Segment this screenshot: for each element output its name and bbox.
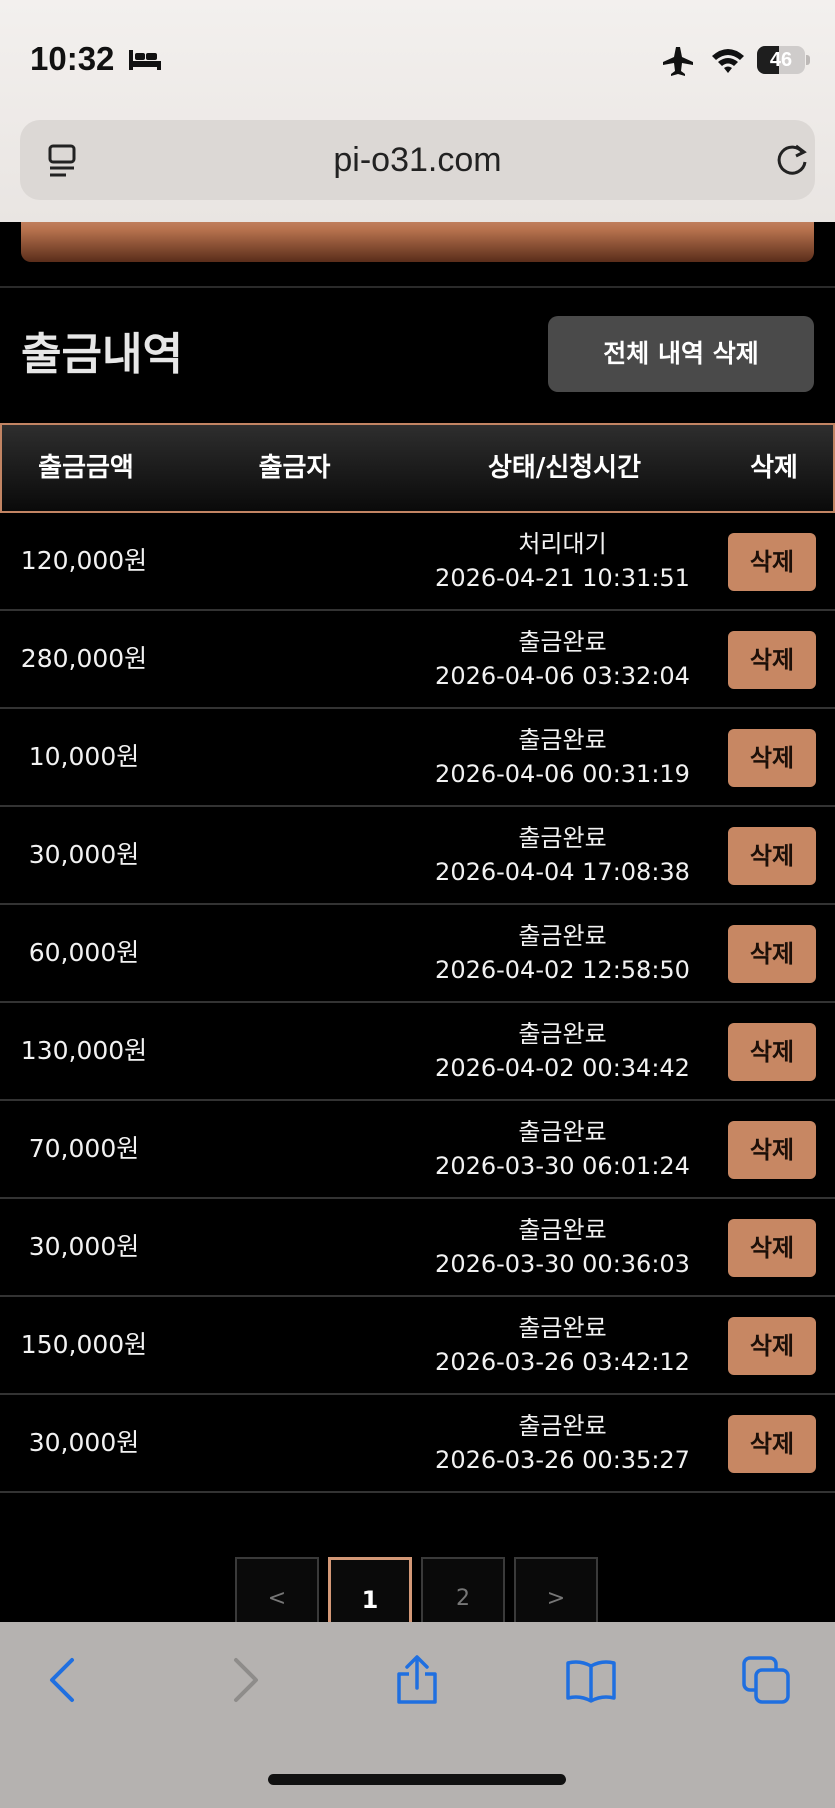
depositor-cell (210, 1297, 360, 1393)
row-delete-button[interactable]: 삭제 (728, 1023, 816, 1081)
withdrawal-list: 120,000원 처리대기 2026-04-21 10:31:51 삭제 280… (0, 513, 835, 1493)
header-status-time: 상태/신청시간 (487, 453, 642, 483)
amount-cell: 120,000원 (20, 546, 148, 575)
address-bar[interactable]: pi-o31.com (20, 120, 815, 200)
request-time: 2026-03-26 00:35:27 (435, 1446, 690, 1474)
header-depositor: 출금자 (258, 453, 331, 483)
header-delete: 삭제 (750, 453, 798, 483)
request-time: 2026-03-30 00:36:03 (435, 1250, 690, 1278)
wifi-icon (712, 49, 744, 73)
status-time-cell: 출금완료 2026-03-30 00:36:03 (400, 1213, 725, 1281)
table-row: 280,000원 출금완료 2026-04-06 03:32:04 삭제 (0, 611, 835, 709)
request-time: 2026-04-02 12:58:50 (435, 956, 690, 984)
status-text: 출금완료 (518, 824, 607, 852)
status-text: 출금완료 (518, 1314, 607, 1342)
request-time: 2026-04-02 00:34:42 (435, 1054, 690, 1082)
request-time: 2026-04-21 10:31:51 (435, 564, 690, 592)
status-time-cell: 출금완료 2026-04-02 12:58:50 (400, 919, 725, 987)
row-delete-button[interactable]: 삭제 (728, 925, 816, 983)
table-row: 70,000원 출금완료 2026-03-30 06:01:24 삭제 (0, 1101, 835, 1199)
row-delete-button[interactable]: 삭제 (728, 1415, 816, 1473)
row-delete-button[interactable]: 삭제 (728, 827, 816, 885)
section-divider (0, 286, 835, 288)
url-text[interactable]: pi-o31.com (20, 120, 815, 200)
back-icon[interactable] (38, 1654, 90, 1706)
amount-cell: 30,000원 (28, 1428, 140, 1457)
amount-cell: 280,000원 (20, 644, 148, 673)
share-icon[interactable] (391, 1654, 443, 1706)
status-time-cell: 출금완료 2026-03-30 06:01:24 (400, 1115, 725, 1183)
amount-cell: 10,000원 (28, 742, 140, 771)
header-amount: 출금금액 (38, 453, 134, 483)
request-time: 2026-04-06 00:31:19 (435, 760, 690, 788)
depositor-cell (210, 1101, 360, 1197)
tabs-icon[interactable] (740, 1654, 792, 1706)
status-text: 출금완료 (518, 1216, 607, 1244)
table-row: 30,000원 출금완료 2026-03-30 00:36:03 삭제 (0, 1199, 835, 1297)
battery-tip (806, 55, 810, 65)
status-time-cell: 출금완료 2026-04-06 00:31:19 (400, 723, 725, 791)
table-row: 30,000원 출금완료 2026-04-04 17:08:38 삭제 (0, 807, 835, 905)
status-time-cell: 출금완료 2026-04-06 03:32:04 (400, 625, 725, 693)
bookmarks-icon[interactable] (565, 1654, 617, 1706)
forward-icon[interactable] (218, 1654, 270, 1706)
status-text: 출금완료 (518, 1118, 607, 1146)
status-time: 10:32 (30, 40, 115, 77)
row-delete-button[interactable]: 삭제 (728, 533, 816, 591)
request-time: 2026-03-26 03:42:12 (435, 1348, 690, 1376)
amount-cell: 130,000원 (20, 1036, 148, 1065)
amount-cell: 150,000원 (20, 1330, 148, 1359)
row-delete-button[interactable]: 삭제 (728, 729, 816, 787)
table-row: 10,000원 출금완료 2026-04-06 00:31:19 삭제 (0, 709, 835, 807)
table-row: 120,000원 처리대기 2026-04-21 10:31:51 삭제 (0, 513, 835, 611)
request-time: 2026-04-04 17:08:38 (435, 858, 690, 886)
status-text: 출금완료 (518, 1412, 607, 1440)
status-time-cell: 출금완료 2026-03-26 03:42:12 (400, 1311, 725, 1379)
reload-icon[interactable] (772, 140, 812, 180)
request-time: 2026-03-30 06:01:24 (435, 1152, 690, 1180)
status-text: 처리대기 (518, 530, 607, 558)
depositor-cell (210, 1395, 360, 1491)
row-delete-button[interactable]: 삭제 (728, 1121, 816, 1179)
table-row: 30,000원 출금완료 2026-03-26 00:35:27 삭제 (0, 1395, 835, 1493)
row-delete-button[interactable]: 삭제 (728, 1219, 816, 1277)
request-time: 2026-04-06 03:32:04 (435, 662, 690, 690)
depositor-cell (210, 709, 360, 805)
table-row: 60,000원 출금완료 2026-04-02 12:58:50 삭제 (0, 905, 835, 1003)
table-header: 출금금액 출금자 상태/신청시간 삭제 (0, 423, 835, 513)
airplane-mode-icon (663, 47, 693, 76)
table-row: 150,000원 출금완료 2026-03-26 03:42:12 삭제 (0, 1297, 835, 1395)
status-text: 출금완료 (518, 726, 607, 754)
row-delete-button[interactable]: 삭제 (728, 631, 816, 689)
page-title: 출금내역 (21, 329, 183, 380)
status-time-cell: 출금완료 2026-03-26 00:35:27 (400, 1409, 725, 1477)
delete-all-history-button[interactable]: 전체 내역 삭제 (548, 316, 814, 392)
battery-percent: 46 (769, 49, 793, 71)
depositor-cell (210, 611, 360, 707)
row-delete-button[interactable]: 삭제 (728, 1317, 816, 1375)
sleep-focus-icon (129, 50, 161, 70)
amount-cell: 60,000원 (28, 938, 140, 967)
amount-cell: 30,000원 (28, 1232, 140, 1261)
status-time-cell: 출금완료 2026-04-02 00:34:42 (400, 1017, 725, 1085)
depositor-cell (210, 807, 360, 903)
browser-top-chrome: 10:32 46 pi-o31.com (0, 0, 835, 222)
status-text: 출금완료 (518, 922, 607, 950)
status-text: 출금완료 (518, 1020, 607, 1048)
amount-cell: 70,000원 (28, 1134, 140, 1163)
depositor-cell (210, 1003, 360, 1099)
depositor-cell (210, 1199, 360, 1295)
depositor-cell (210, 513, 360, 609)
battery-indicator: 46 (757, 46, 805, 74)
status-time-cell: 처리대기 2026-04-21 10:31:51 (400, 527, 725, 595)
status-time-cell: 출금완료 2026-04-04 17:08:38 (400, 821, 725, 889)
home-indicator (268, 1774, 566, 1785)
table-row: 130,000원 출금완료 2026-04-02 00:34:42 삭제 (0, 1003, 835, 1101)
depositor-cell (210, 905, 360, 1001)
amount-cell: 30,000원 (28, 840, 140, 869)
status-text: 출금완료 (518, 628, 607, 656)
